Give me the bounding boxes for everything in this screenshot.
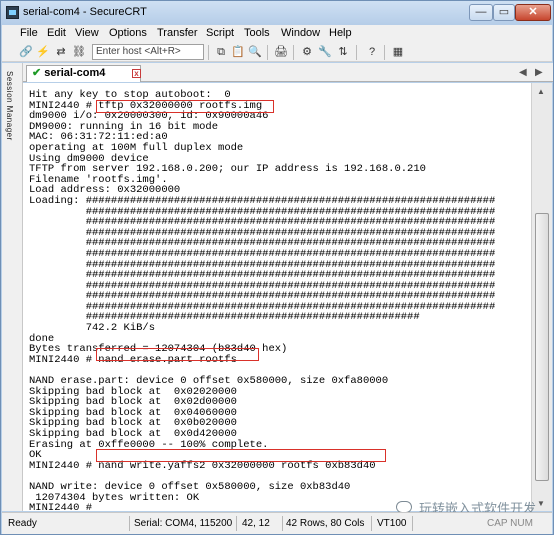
status-separator xyxy=(129,516,130,531)
menu-bar: File Edit View Options Transfer Script T… xyxy=(2,25,552,43)
scroll-up-icon[interactable]: ▲ xyxy=(537,87,545,96)
reconnect-icon[interactable]: ⇄ xyxy=(54,45,68,59)
help-icon[interactable]: ? xyxy=(365,45,379,59)
menu-help[interactable]: Help xyxy=(329,27,352,39)
title-bar: serial-com4 - SecureCRT — ▭ ✕ xyxy=(1,1,553,25)
status-separator xyxy=(412,516,413,531)
status-cursor-position: 42, 12 xyxy=(242,518,270,529)
tab-serial-com4[interactable]: ✔ serial-com4 x xyxy=(26,65,141,82)
tab-close-icon[interactable]: x xyxy=(132,69,141,78)
tab-strip: ✔ serial-com4 x ◀ ▶ xyxy=(23,63,553,82)
status-ready: Ready xyxy=(8,518,37,529)
menu-options[interactable]: Options xyxy=(109,27,147,39)
connected-check-icon: ✔ xyxy=(32,67,42,79)
highlight-nand-write-command xyxy=(96,449,386,462)
toolbar-separator xyxy=(356,45,357,60)
disconnect-icon[interactable]: ⛓ xyxy=(72,45,86,59)
maximize-button[interactable]: ▭ xyxy=(493,4,515,21)
scroll-thumb[interactable] xyxy=(535,213,549,481)
print-icon[interactable]: 🖨 xyxy=(274,45,288,59)
toolbar-separator xyxy=(384,45,385,60)
toolbar: 🔗 ⚡ ⇄ ⛓ Enter host <Alt+R> ⧉ 📋 🔍 🖨 ⚙ 🔧 ⇅… xyxy=(2,43,552,62)
sftp-icon[interactable]: ⇅ xyxy=(336,45,350,59)
status-separator xyxy=(236,516,237,531)
status-separator xyxy=(282,516,283,531)
terminal-area[interactable]: Hit any key to stop autoboot: 0 MINI2440… xyxy=(23,83,531,511)
toolbar-separator xyxy=(267,45,268,60)
quick-connect-icon[interactable]: ⚡ xyxy=(36,45,50,59)
menu-transfer[interactable]: Transfer xyxy=(157,27,198,39)
toolbar-separator xyxy=(293,45,294,60)
menu-script[interactable]: Script xyxy=(206,27,234,39)
menu-window[interactable]: Window xyxy=(281,27,320,39)
status-terminal-type: VT100 xyxy=(377,518,407,529)
vertical-scrollbar[interactable]: ▲ ▼ xyxy=(531,83,552,511)
menu-file[interactable]: File xyxy=(20,27,38,39)
menu-edit[interactable]: Edit xyxy=(47,27,66,39)
status-serial: Serial: COM4, 115200 xyxy=(134,518,233,529)
highlight-tftp-command xyxy=(96,100,274,113)
minimize-button[interactable]: — xyxy=(469,4,493,21)
status-bar: Ready Serial: COM4, 115200 42, 12 42 Row… xyxy=(2,512,552,534)
app-window: serial-com4 - SecureCRT — ▭ ✕ File Edit … xyxy=(0,0,554,535)
status-caps-num: CAP NUM xyxy=(487,518,533,529)
session-manager-label: Session Manager xyxy=(5,71,14,141)
copy-icon[interactable]: ⧉ xyxy=(214,45,228,59)
status-rows-cols: 42 Rows, 80 Cols xyxy=(286,518,365,529)
securecrt-icon xyxy=(6,6,19,19)
host-input[interactable]: Enter host <Alt+R> xyxy=(92,44,204,60)
settings-icon[interactable]: ⚙ xyxy=(300,45,314,59)
menu-tools[interactable]: Tools xyxy=(244,27,270,39)
scroll-down-icon[interactable]: ▼ xyxy=(537,499,545,508)
connect-icon[interactable]: 🔗 xyxy=(19,45,33,59)
window-title: serial-com4 - SecureCRT xyxy=(23,6,147,18)
tab-label: serial-com4 xyxy=(44,67,106,79)
tab-prev-icon[interactable]: ◀ xyxy=(519,67,527,78)
menu-view[interactable]: View xyxy=(75,27,99,39)
tab-next-icon[interactable]: ▶ xyxy=(535,67,543,78)
close-button[interactable]: ✕ xyxy=(515,4,551,21)
toolbar-separator xyxy=(208,45,209,60)
keymap-icon[interactable]: ▦ xyxy=(391,45,405,59)
terminal-output: Hit any key to stop autoboot: 0 MINI2440… xyxy=(29,89,496,511)
session-manager-panel[interactable]: Session Manager xyxy=(2,63,23,511)
paste-icon[interactable]: 📋 xyxy=(231,45,245,59)
highlight-nand-erase-command xyxy=(96,348,259,361)
global-options-icon[interactable]: 🔧 xyxy=(318,45,332,59)
status-separator xyxy=(371,516,372,531)
find-icon[interactable]: 🔍 xyxy=(248,45,262,59)
